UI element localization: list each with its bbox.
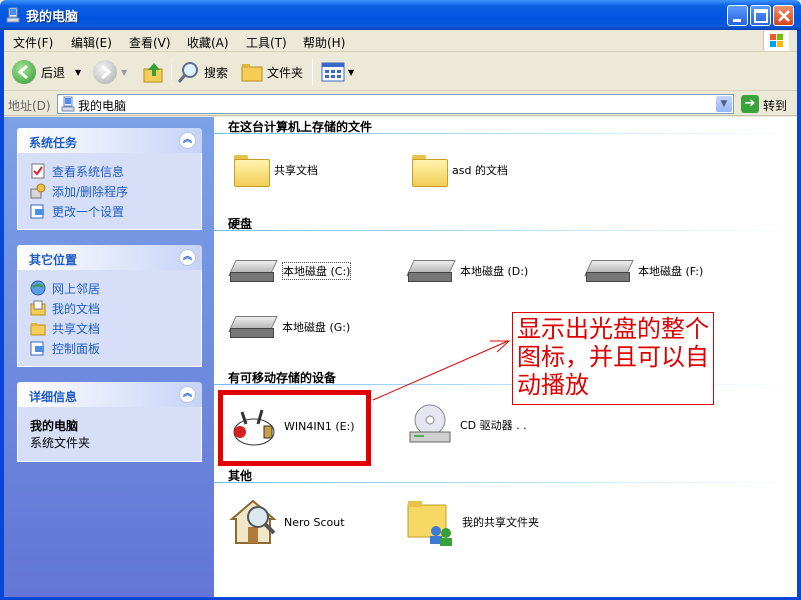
annotation-note: 显示出光盘的整个图标，并且可以自动播放	[512, 312, 714, 405]
annotation-arrow	[372, 340, 511, 401]
